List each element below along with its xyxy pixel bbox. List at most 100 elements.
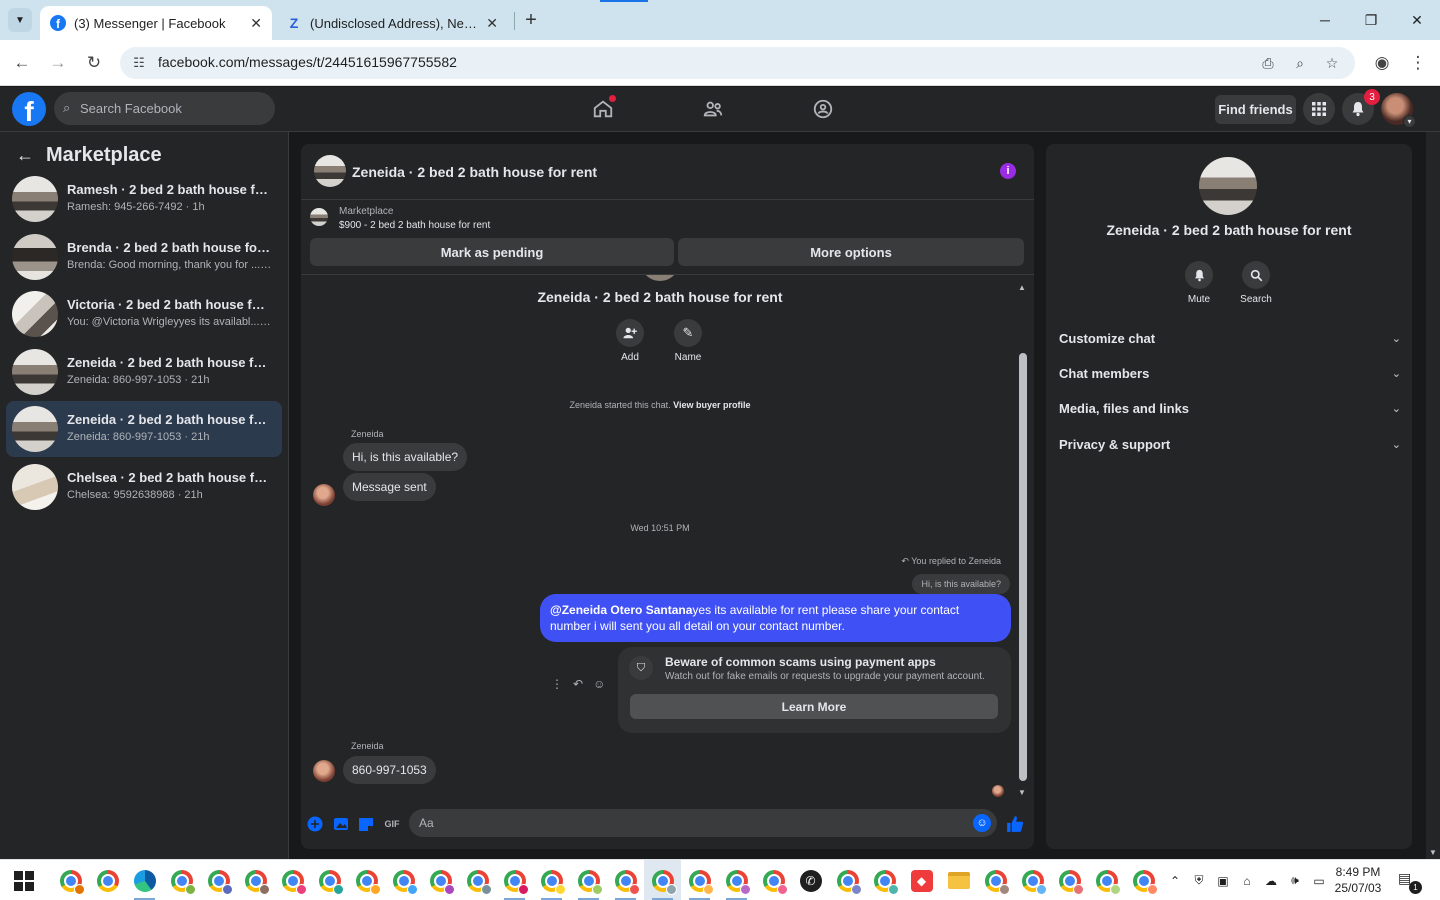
page-scrollbar[interactable]: ▼ bbox=[1426, 132, 1440, 859]
security-shield-icon[interactable]: ⛨ bbox=[1190, 873, 1208, 888]
tab-close-icon[interactable]: ✕ bbox=[486, 15, 498, 32]
add-people-action[interactable]: Add bbox=[610, 319, 650, 363]
message-scrollbar[interactable]: ▲ ▼ bbox=[1018, 283, 1028, 797]
chrome-icon[interactable] bbox=[52, 860, 89, 900]
conversation-item[interactable]: Chelsea · 2 bed 2 bath house for rent Ch… bbox=[6, 459, 282, 515]
facebook-search-input[interactable] bbox=[80, 92, 270, 125]
conversation-item-active[interactable]: Zeneida · 2 bed 2 bath house for rent Ze… bbox=[6, 401, 282, 457]
conversation-item[interactable]: Victoria · 2 bed 2 bath house for rent Y… bbox=[6, 286, 282, 342]
minimize-icon[interactable]: ─ bbox=[1310, 8, 1340, 32]
search-action[interactable]: Search bbox=[1231, 261, 1281, 305]
mute-action[interactable]: Mute bbox=[1174, 261, 1224, 305]
mark-pending-button[interactable]: Mark as pending bbox=[310, 238, 674, 266]
network-icon[interactable]: ⌂ bbox=[1238, 874, 1256, 888]
view-buyer-profile-link[interactable]: View buyer profile bbox=[673, 400, 750, 410]
battery-icon[interactable]: ▭ bbox=[1310, 874, 1328, 888]
tray-app-icon[interactable]: ▣ bbox=[1214, 874, 1232, 888]
message-list[interactable]: Zeneida · 2 bed 2 bath house for rent Ad… bbox=[301, 275, 1034, 803]
chrome-icon[interactable] bbox=[829, 860, 866, 900]
taskbar-clock[interactable]: 8:49 PM 25/07/03 bbox=[1330, 864, 1386, 896]
chrome-icon[interactable] bbox=[496, 860, 533, 900]
scroll-down-icon[interactable]: ▼ bbox=[1429, 848, 1437, 857]
install-app-icon[interactable]: ⎙ bbox=[1258, 53, 1278, 73]
chrome-icon[interactable] bbox=[237, 860, 274, 900]
reply-icon[interactable]: ↶ bbox=[573, 677, 583, 691]
new-tab-button[interactable]: + bbox=[520, 8, 542, 32]
forward-icon[interactable]: → bbox=[46, 51, 70, 75]
chrome-icon[interactable] bbox=[385, 860, 422, 900]
incoming-message[interactable]: 860-997-1053 bbox=[343, 756, 436, 784]
chat-avatar[interactable] bbox=[314, 155, 346, 187]
file-explorer-icon[interactable] bbox=[940, 860, 977, 900]
gif-icon[interactable]: GIF bbox=[383, 815, 401, 833]
notifications-bell-icon[interactable]: 3 bbox=[1342, 89, 1380, 125]
chrome-icon[interactable] bbox=[1014, 860, 1051, 900]
section-chat-members[interactable]: Chat members ⌄ bbox=[1059, 361, 1401, 385]
section-media-files[interactable]: Media, files and links ⌄ bbox=[1059, 396, 1401, 420]
chat-title[interactable]: Zeneida · 2 bed 2 bath house for rent bbox=[352, 164, 597, 180]
more-vertical-icon[interactable]: ⋮ bbox=[551, 677, 563, 691]
bookmark-star-icon[interactable]: ☆ bbox=[1322, 53, 1342, 73]
chrome-icon[interactable] bbox=[755, 860, 792, 900]
learn-more-button[interactable]: Learn More bbox=[630, 694, 998, 719]
profile-icon[interactable]: ◉ bbox=[1370, 51, 1394, 75]
sticker-icon[interactable] bbox=[357, 815, 375, 833]
chrome-icon-active[interactable] bbox=[644, 860, 681, 900]
scroll-thumb[interactable] bbox=[1019, 353, 1027, 781]
section-customize-chat[interactable]: Customize chat ⌄ bbox=[1059, 326, 1401, 350]
chrome-icon[interactable] bbox=[274, 860, 311, 900]
chrome-icon[interactable] bbox=[1125, 860, 1162, 900]
section-privacy-support[interactable]: Privacy & support ⌄ bbox=[1059, 432, 1401, 456]
edge-icon[interactable] bbox=[126, 860, 163, 900]
tab-close-icon[interactable]: ✕ bbox=[250, 15, 262, 32]
details-avatar[interactable] bbox=[1199, 157, 1257, 215]
thumbs-up-icon[interactable] bbox=[1006, 815, 1024, 833]
facebook-logo-icon[interactable]: f bbox=[12, 92, 46, 126]
chrome-icon[interactable] bbox=[866, 860, 903, 900]
browser-menu-icon[interactable]: ⋮ bbox=[1406, 51, 1430, 75]
plus-circle-icon[interactable] bbox=[306, 815, 324, 833]
chrome-icon[interactable] bbox=[681, 860, 718, 900]
scroll-up-icon[interactable]: ▲ bbox=[1018, 283, 1026, 292]
tab-listing[interactable]: Z (Undisclosed Address), New Fairfield ✕ bbox=[276, 6, 508, 40]
more-options-button[interactable]: More options bbox=[678, 238, 1024, 266]
chrome-icon[interactable] bbox=[1051, 860, 1088, 900]
outgoing-message[interactable]: @Zeneida Otero Santanayes its available … bbox=[540, 594, 1011, 642]
back-arrow-icon[interactable]: ← bbox=[16, 145, 36, 166]
name-chat-action[interactable]: ✎ Name bbox=[668, 319, 708, 363]
maximize-icon[interactable]: ❐ bbox=[1356, 8, 1386, 32]
url-text[interactable]: facebook.com/messages/t/2445161596775558… bbox=[158, 54, 457, 70]
omnibox[interactable]: ☷ facebook.com/messages/t/24451615967755… bbox=[120, 47, 1355, 79]
message-input[interactable] bbox=[419, 809, 969, 837]
sender-avatar[interactable] bbox=[313, 760, 335, 782]
conversation-item[interactable]: Brenda · 2 bed 2 bath house for rent Bre… bbox=[6, 229, 282, 285]
tab-search-button[interactable]: ▼ bbox=[8, 8, 32, 32]
incoming-message[interactable]: Message sent bbox=[343, 473, 436, 501]
back-icon[interactable]: ← bbox=[10, 51, 34, 75]
tray-overflow-chevron-icon[interactable]: ⌃ bbox=[1166, 874, 1184, 888]
onedrive-cloud-icon[interactable]: ☁ bbox=[1262, 874, 1280, 888]
anydesk-icon[interactable]: ◆ bbox=[903, 860, 940, 900]
conversation-item[interactable]: Zeneida · 2 bed 2 bath house for rent Ze… bbox=[6, 344, 282, 400]
react-smiley-icon[interactable]: ☺ bbox=[593, 677, 605, 691]
tab-messenger[interactable]: f (3) Messenger | Facebook ✕ bbox=[40, 6, 272, 40]
conversation-item[interactable]: Ramesh · 2 bed 2 bath house for rent Ram… bbox=[6, 171, 282, 227]
groups-icon[interactable] bbox=[808, 95, 838, 123]
account-avatar[interactable]: ▾ bbox=[1381, 93, 1416, 128]
action-center-icon[interactable]: ▤ 1 bbox=[1398, 870, 1422, 894]
incoming-message[interactable]: Hi, is this available? bbox=[343, 443, 468, 471]
chrome-icon[interactable] bbox=[977, 860, 1014, 900]
whatsapp-icon[interactable]: ✆ bbox=[792, 860, 829, 900]
scroll-down-icon[interactable]: ▼ bbox=[1018, 788, 1026, 797]
home-icon[interactable] bbox=[588, 95, 618, 123]
chrome-icon[interactable] bbox=[607, 860, 644, 900]
find-friends-button[interactable]: Find friends bbox=[1215, 95, 1296, 124]
chrome-icon[interactable] bbox=[533, 860, 570, 900]
chrome-icon[interactable] bbox=[163, 860, 200, 900]
conversation-info-icon[interactable]: i bbox=[1000, 163, 1016, 179]
chrome-icon[interactable] bbox=[570, 860, 607, 900]
mention[interactable]: @Zeneida Otero Santana bbox=[550, 603, 692, 617]
windows-start-icon[interactable] bbox=[14, 871, 34, 891]
menu-grid-icon[interactable] bbox=[1303, 93, 1335, 125]
chrome-icon[interactable] bbox=[718, 860, 755, 900]
